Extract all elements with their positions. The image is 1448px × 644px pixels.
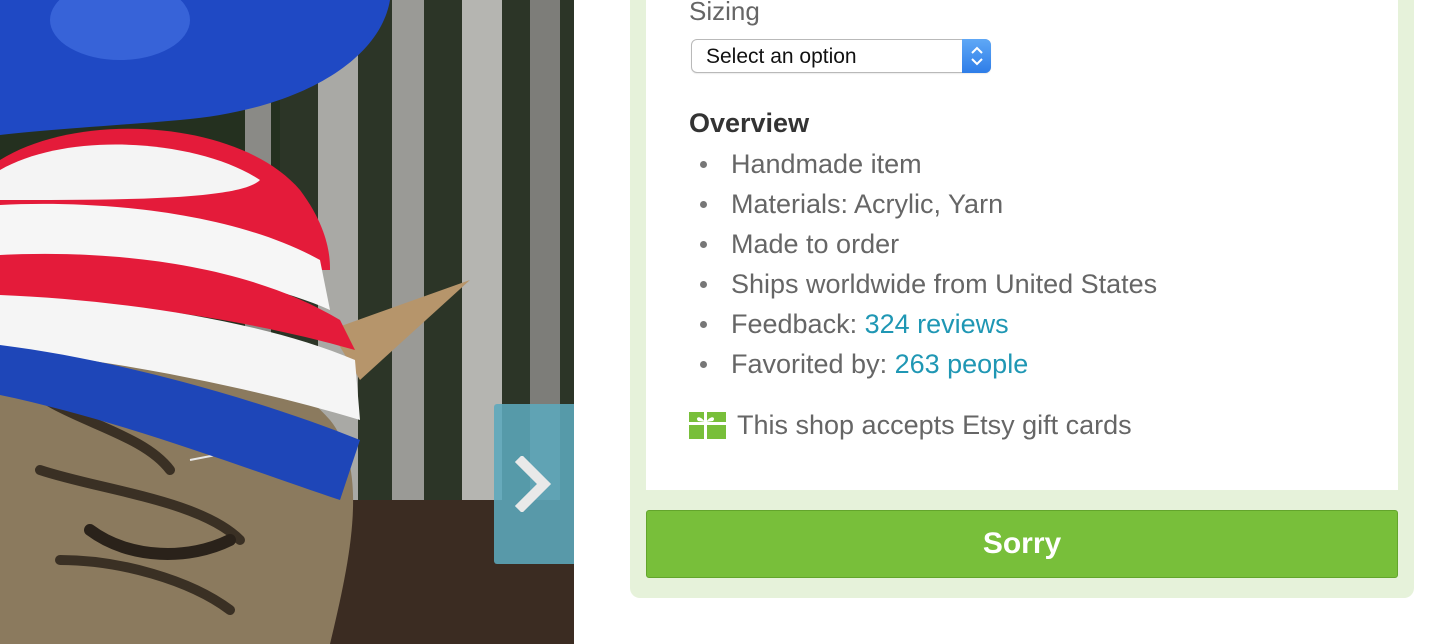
next-image-button[interactable] xyxy=(494,404,574,564)
overview-item-materials: Materials: Acrylic, Yarn xyxy=(689,184,1157,224)
overview-item-text: Handmade item xyxy=(731,149,922,179)
chevron-right-icon xyxy=(515,456,552,512)
listing-page: Sizing Select an option Overview Handmad… xyxy=(0,0,1448,644)
feedback-label: Feedback: xyxy=(731,309,865,339)
overview-item-made-to-order: Made to order xyxy=(689,224,1157,264)
sizing-label: Sizing xyxy=(689,0,760,26)
overview-item-handmade: Handmade item xyxy=(689,144,1157,184)
overview-item-text: Made to order xyxy=(731,229,900,259)
gift-card-icon xyxy=(689,412,726,439)
overview-item-favorited: Favorited by: 263 people xyxy=(689,344,1157,384)
overview-item-shipping: Ships worldwide from United States xyxy=(689,264,1157,304)
overview-heading: Overview xyxy=(689,108,810,138)
favorited-label: Favorited by: xyxy=(731,349,895,379)
overview-item-text: Ships worldwide from United States xyxy=(731,269,1158,299)
gift-card-text: This shop accepts Etsy gift cards xyxy=(737,410,1132,440)
product-details-card: Sizing Select an option Overview Handmad… xyxy=(646,0,1398,490)
reviews-link[interactable]: 324 reviews xyxy=(865,309,1009,339)
cat-photo-illustration xyxy=(0,0,574,644)
overview-item-text: Materials: Acrylic, Yarn xyxy=(731,189,1004,219)
sizing-select[interactable]: Select an option xyxy=(691,39,991,73)
favorited-people-link[interactable]: 263 people xyxy=(895,349,1029,379)
product-photo xyxy=(0,0,574,644)
overview-list: Handmade item Materials: Acrylic, Yarn M… xyxy=(689,144,1157,384)
select-arrows-icon xyxy=(962,39,991,73)
gift-card-notice: This shop accepts Etsy gift cards xyxy=(689,410,1132,441)
product-info-panel: Sizing Select an option Overview Handmad… xyxy=(630,0,1414,598)
sizing-select-value: Select an option xyxy=(706,45,857,68)
overview-item-feedback: Feedback: 324 reviews xyxy=(689,304,1157,344)
sorry-button[interactable]: Sorry xyxy=(646,510,1398,578)
